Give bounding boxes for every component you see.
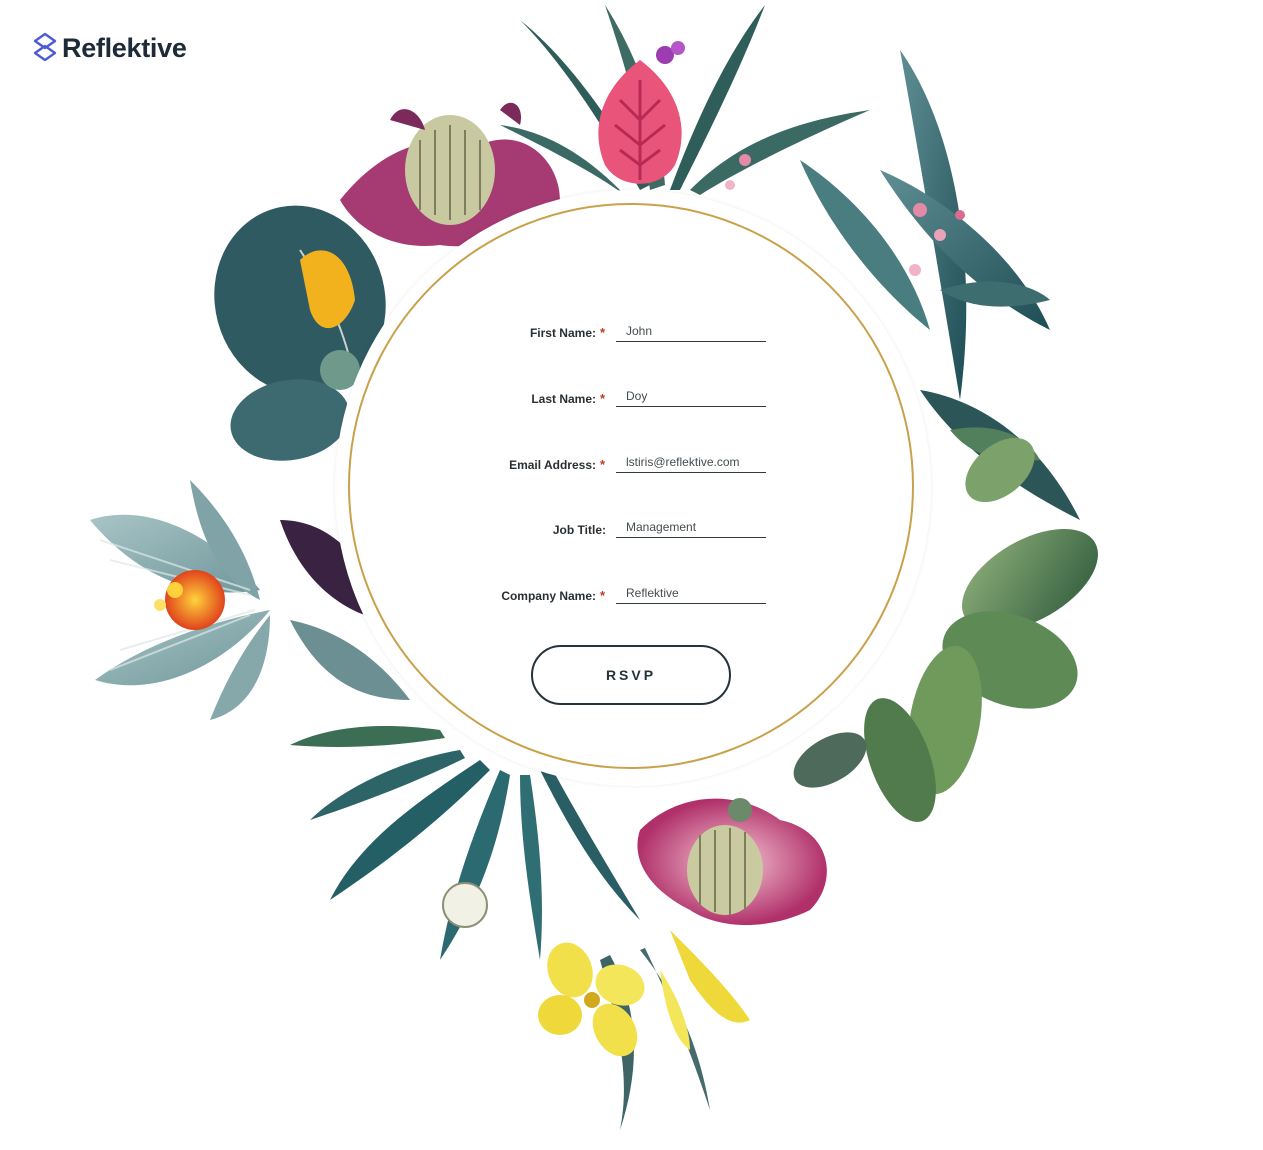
- email-address-required-marker: *: [600, 457, 606, 472]
- email-address-label: Email Address:: [509, 458, 596, 472]
- email-address-input[interactable]: [616, 451, 766, 473]
- rsvp-button[interactable]: RSVP: [531, 645, 731, 705]
- passion-flower-bottom: [637, 798, 827, 925]
- first-name-required-marker: *: [600, 325, 606, 340]
- last-name-label: Last Name:: [531, 392, 596, 406]
- rsvp-page: Reflektive First Name: * John Last Name:…: [0, 0, 1263, 1150]
- job-title-label: Job Title:: [552, 523, 606, 537]
- last-name-required-marker: *: [600, 391, 606, 406]
- bottom-fronds: [290, 725, 710, 1130]
- first-name-label: First Name:: [529, 326, 596, 340]
- job-title-input[interactable]: [616, 516, 766, 538]
- first-name-input[interactable]: [616, 320, 766, 342]
- last-name-input[interactable]: [616, 385, 766, 407]
- company-name-label: Company Name:: [501, 589, 596, 603]
- company-name-required-marker: *: [600, 588, 606, 603]
- top-leaves: [500, 5, 870, 195]
- company-name-input[interactable]: [616, 582, 766, 604]
